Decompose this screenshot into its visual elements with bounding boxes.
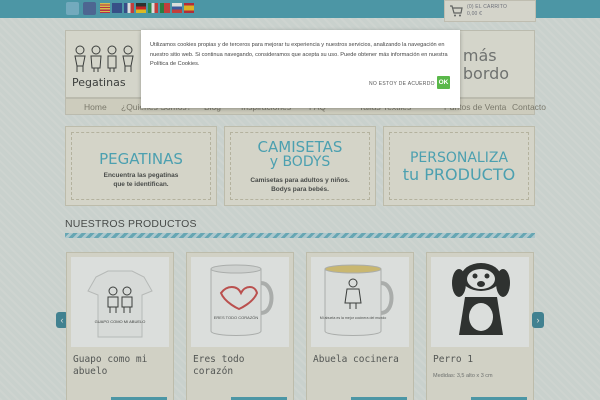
cookie-decline-link[interactable]: NO ESTOY DE ACUERDO xyxy=(369,81,435,87)
cookie-message: Utilizamos cookies propias y de terceros… xyxy=(150,42,448,67)
cookie-ok-button[interactable]: OK xyxy=(437,76,450,89)
cookie-consent-dialog: Utilizamos cookies propias y de terceros… xyxy=(141,30,460,108)
